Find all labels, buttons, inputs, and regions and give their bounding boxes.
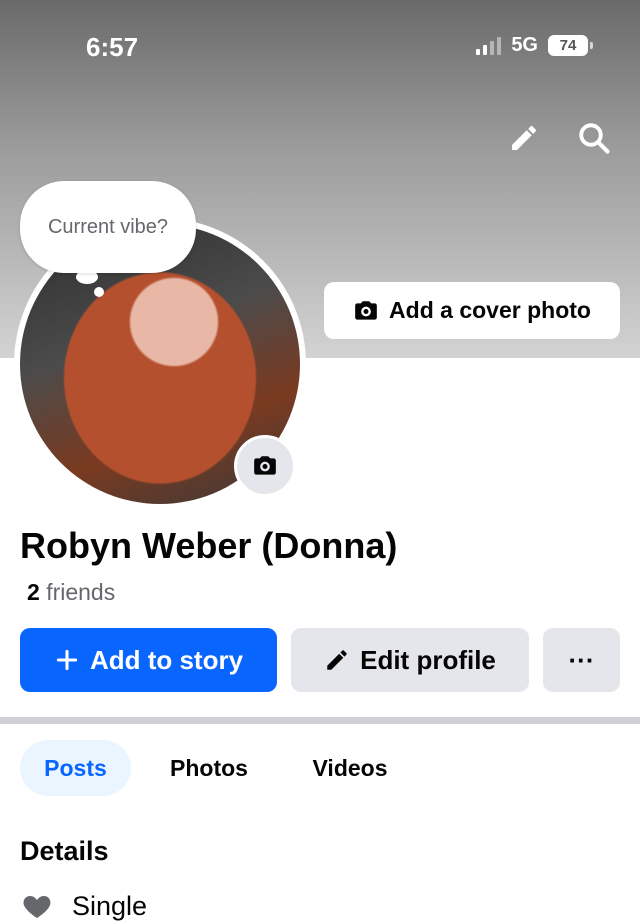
add-cover-photo-button[interactable]: Add a cover photo (324, 282, 620, 339)
friends-count[interactable]: 2 friends (27, 579, 115, 606)
add-cover-photo-label: Add a cover photo (389, 297, 591, 323)
profile-name: Robyn Weber (Donna) (20, 525, 398, 566)
status-indicators: 5G 74 (476, 34, 593, 57)
plus-icon (56, 649, 78, 671)
details-heading: Details (20, 836, 109, 866)
current-vibe-label: Current vibe? (47, 215, 169, 238)
network-label: 5G (511, 34, 538, 56)
battery-icon: 74 (548, 35, 593, 56)
status-time: 6:57 (86, 32, 139, 62)
friends-label: friends (46, 579, 116, 605)
section-divider (0, 717, 640, 724)
pencil-icon[interactable] (504, 118, 544, 158)
relationship-status: Single (72, 890, 148, 921)
current-vibe-bubble[interactable]: Current vibe? (20, 181, 196, 273)
change-profile-photo-button[interactable] (234, 435, 296, 497)
friends-number: 2 (27, 579, 40, 605)
search-icon[interactable] (574, 118, 614, 158)
edit-profile-button[interactable]: Edit profile (291, 628, 529, 692)
add-to-story-button[interactable]: Add to story (20, 628, 277, 692)
tab-videos[interactable]: Videos (292, 740, 408, 796)
bubble-tail-dot (94, 287, 104, 297)
heart-icon (23, 896, 51, 918)
tab-photos[interactable]: Photos (150, 740, 268, 796)
edit-profile-label: Edit profile (360, 644, 496, 675)
more-icon: ··· (568, 644, 595, 675)
more-options-button[interactable]: ··· (543, 628, 620, 692)
pencil-icon (327, 650, 347, 670)
tab-posts[interactable]: Posts (20, 740, 131, 796)
detail-relationship: Single (20, 890, 147, 922)
camera-icon (254, 456, 276, 475)
add-to-story-label: Add to story (89, 644, 244, 675)
camera-icon (355, 300, 377, 320)
signal-icon (476, 36, 502, 55)
